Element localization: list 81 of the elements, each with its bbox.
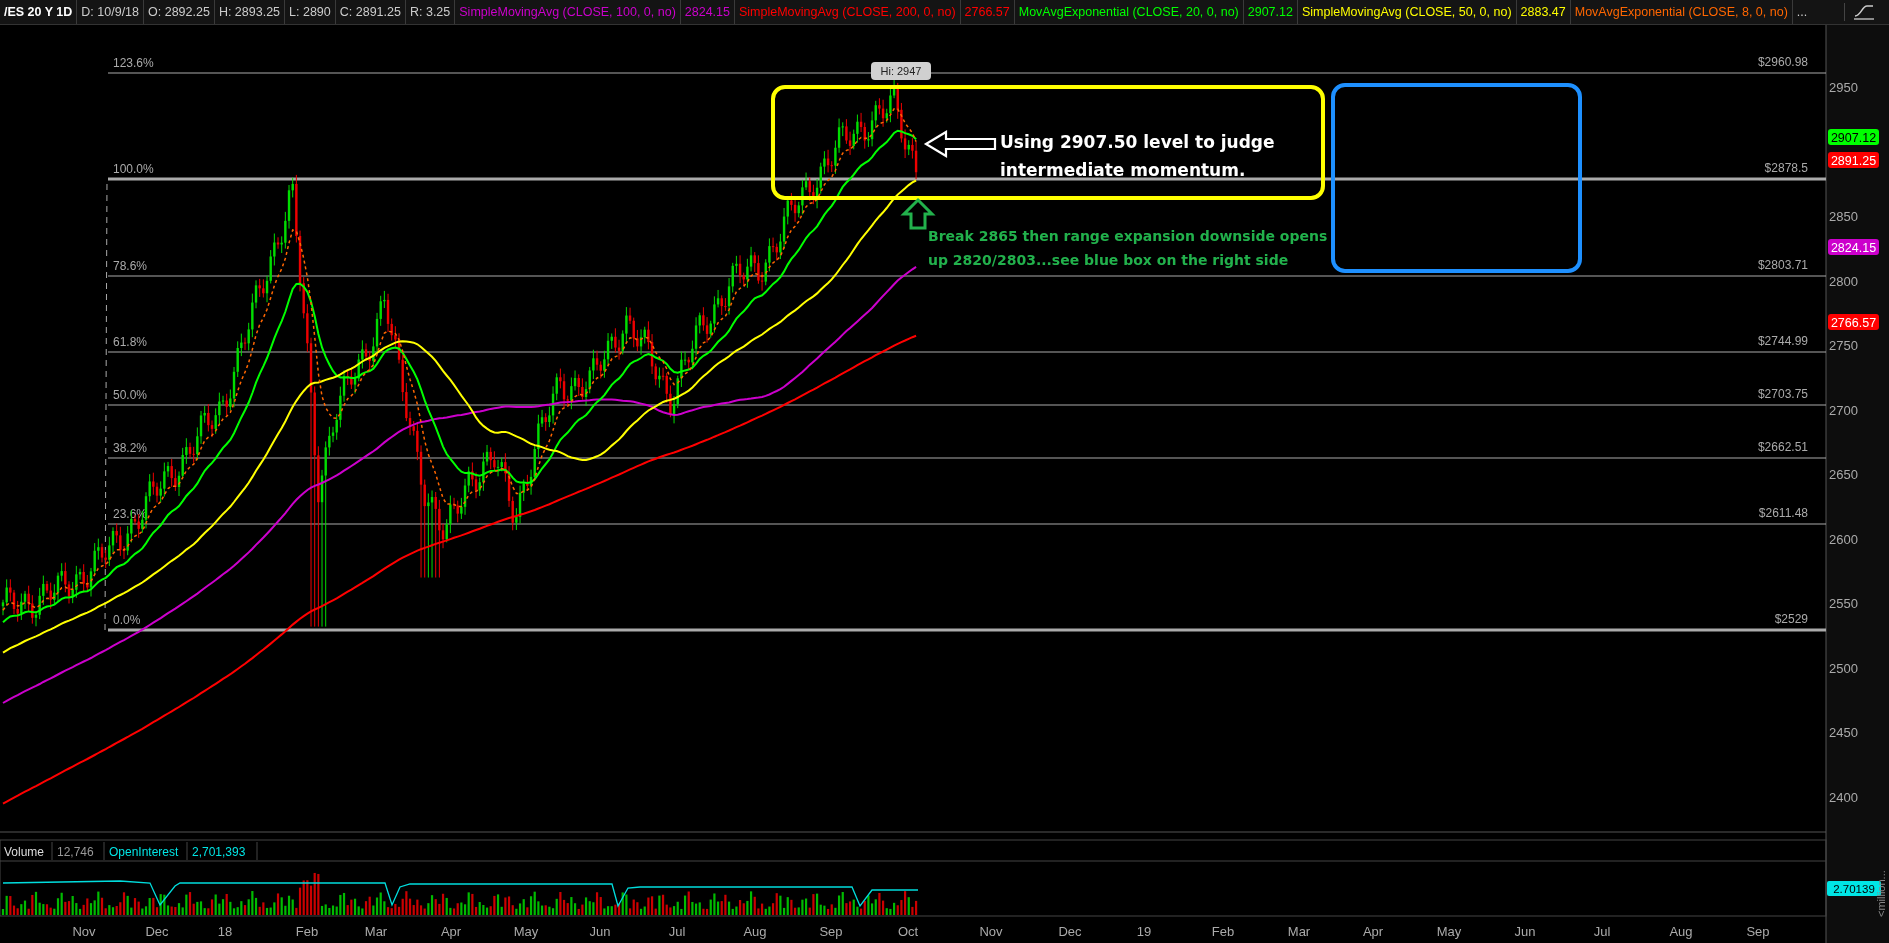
- chart-style-icon[interactable]: [1844, 3, 1875, 21]
- fibonacci-price-label: $2662.51: [1757, 440, 1808, 454]
- time-axis-label: Aug: [1669, 924, 1693, 939]
- fibonacci-percent-label: 0.0%: [113, 613, 141, 627]
- quote-field: R: 3.25: [405, 0, 456, 24]
- price-axis-label: 2750: [1829, 338, 1858, 353]
- fibonacci-percent-label: 123.6%: [113, 56, 154, 70]
- time-axis-label: Dec: [145, 924, 169, 939]
- price-axis-label: 2400: [1829, 790, 1858, 805]
- open-interest-value: 2,701,393: [192, 845, 246, 859]
- time-axis-label: Jun: [1514, 924, 1536, 939]
- study-label[interactable]: MovAvgExponential (CLOSE, 8, 0, no): [1570, 0, 1793, 24]
- quote-field: H: 2893.25: [214, 0, 286, 24]
- price-axis-label: 2450: [1829, 725, 1858, 740]
- left-arrow-icon: [923, 130, 997, 158]
- study-value: 2766.57: [960, 0, 1015, 24]
- price-marker-value: 2766.57: [1830, 316, 1877, 330]
- time-axis-label: Dec: [1058, 924, 1082, 939]
- high-label: Hi: 2947: [871, 62, 931, 80]
- fibonacci-price-label: $2611.48: [1758, 506, 1808, 520]
- time-axis-label: Jul: [668, 924, 686, 939]
- quote-field: D: 10/9/18: [77, 0, 145, 24]
- fibonacci-percent-label: 100.0%: [113, 162, 154, 176]
- quote-field: L: 2890: [285, 0, 336, 24]
- fibonacci-percent-label: 38.2%: [113, 441, 148, 455]
- price-marker-value: 2907.12: [1830, 131, 1877, 145]
- time-axis-label: May: [1436, 924, 1462, 939]
- time-axis-label: Apr: [440, 924, 462, 939]
- time-axis-label: Feb: [295, 924, 319, 939]
- study-label[interactable]: SimpleMovingAvg (CLOSE, 50, 0, no): [1297, 0, 1517, 24]
- time-axis-label: Nov: [979, 924, 1003, 939]
- fibonacci-price-label: $2703.75: [1757, 387, 1808, 401]
- fibonacci-percent-label: 78.6%: [113, 259, 148, 273]
- time-axis-label: Nov: [72, 924, 96, 939]
- fibonacci-price-label: $2744.99: [1757, 334, 1808, 348]
- study-label[interactable]: SimpleMovingAvg (CLOSE, 200, 0, no): [735, 0, 961, 24]
- quote-field: C: 2891.25: [335, 0, 406, 24]
- annotation-text: Break 2865 then range expansion downside opens up 2820/2803...see blue box on the right side: [928, 227, 1329, 270]
- open-interest-label: OpenInterest: [109, 845, 179, 859]
- time-axis-label: Oct: [897, 924, 919, 939]
- volume-value: 12,746: [57, 845, 94, 859]
- quote-field: O: 2892.25: [144, 0, 215, 24]
- price-axis-label: 2550: [1829, 596, 1858, 611]
- study-label[interactable]: SimpleMovingAvg (CLOSE, 100, 0, no): [455, 0, 681, 24]
- volume-label: Volume: [4, 845, 45, 859]
- time-axis-label: Sep: [1746, 924, 1770, 939]
- price-marker-value: 2891.25: [1830, 154, 1877, 168]
- time-axis-label: Sep: [819, 924, 843, 939]
- time-axis-label: Mar: [1287, 924, 1311, 939]
- time-axis-label: May: [513, 924, 539, 939]
- price-marker-value: 2824.15: [1830, 241, 1877, 255]
- more-button[interactable]: ...: [1792, 0, 1812, 24]
- time-axis-label: Aug: [743, 924, 767, 939]
- fibonacci-price-label: $2878.5: [1764, 161, 1808, 175]
- fibonacci-price-label: $2529: [1774, 612, 1808, 626]
- up-arrow-icon: [900, 197, 936, 230]
- study-value: 2824.15: [680, 0, 735, 24]
- fibonacci-percent-label: 61.8%: [113, 335, 148, 349]
- study-value: 2883.47: [1516, 0, 1571, 24]
- time-axis-label: Apr: [1362, 924, 1384, 939]
- study-value: 2907.12: [1243, 0, 1298, 24]
- price-axis-label: 2600: [1829, 532, 1858, 547]
- price-axis-label: 2650: [1829, 467, 1858, 482]
- time-axis-label: Feb: [1211, 924, 1235, 939]
- price-axis-label: 2800: [1829, 274, 1858, 289]
- time-axis-label: 18: [217, 924, 233, 939]
- fibonacci-percent-label: 50.0%: [113, 388, 148, 402]
- fibonacci-price-label: $2803.71: [1757, 258, 1808, 272]
- time-axis-label: 19: [1136, 924, 1152, 939]
- price-axis-label: 2850: [1829, 209, 1858, 224]
- time-axis-label: Jun: [589, 924, 611, 939]
- time-axis-label: Jul: [1593, 924, 1611, 939]
- price-axis-label: 2500: [1829, 661, 1858, 676]
- price-axis-label: 2700: [1829, 403, 1858, 418]
- volume-axis-unit: <million...: [1875, 870, 1887, 917]
- study-label[interactable]: MovAvgExponential (CLOSE, 20, 0, no): [1014, 0, 1244, 24]
- fibonacci-price-label: $2960.98: [1757, 55, 1808, 69]
- price-axis-label: 2950: [1829, 80, 1858, 95]
- annotation-text: Using 2907.50 level to judge intermediate momentum.: [1000, 131, 1276, 182]
- time-axis-label: Mar: [364, 924, 388, 939]
- symbol-label[interactable]: /ES 20 Y 1D: [0, 0, 78, 24]
